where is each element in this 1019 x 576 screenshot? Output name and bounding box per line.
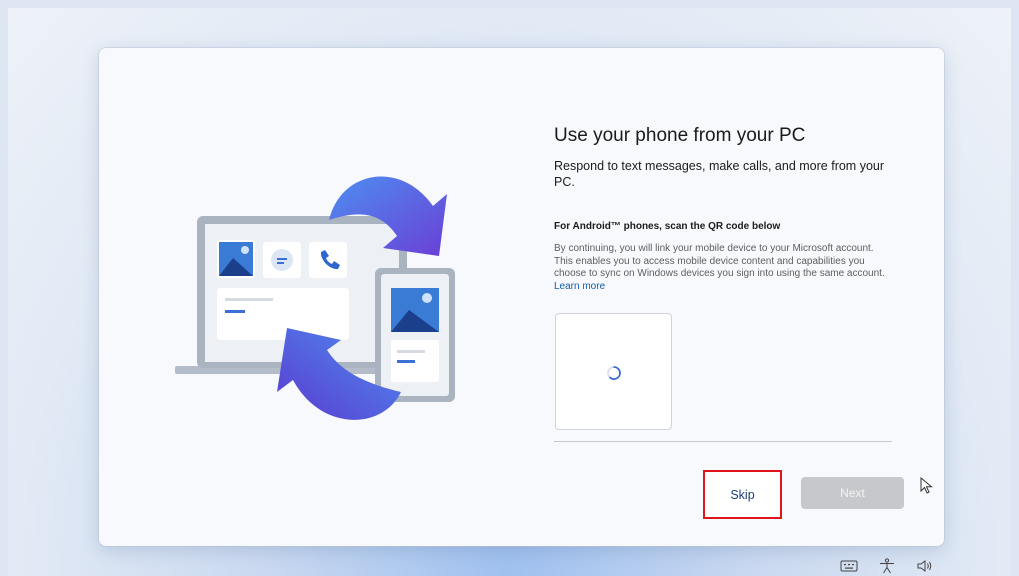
accessibility-icon[interactable] [878, 558, 896, 574]
disclaimer-text: By continuing, you will link your mobile… [554, 243, 894, 293]
keyboard-icon[interactable] [840, 559, 858, 573]
phone-link-illustration [175, 176, 455, 420]
next-button[interactable]: Next [801, 477, 904, 509]
divider [554, 441, 892, 442]
skip-button[interactable]: Skip [703, 470, 782, 519]
volume-icon[interactable] [916, 559, 934, 573]
learn-more-link[interactable]: Learn more [554, 281, 605, 292]
qr-code-box [555, 313, 672, 430]
disclaimer-body: By continuing, you will link your mobile… [554, 243, 885, 279]
loading-spinner-icon [607, 366, 621, 380]
android-heading: For Android™ phones, scan the QR code be… [554, 221, 781, 232]
page-title: Use your phone from your PC [554, 125, 806, 146]
system-tray [840, 557, 934, 575]
page-description: Respond to text messages, make calls, an… [554, 159, 885, 189]
setup-dialog: Use your phone from your PC Respond to t… [99, 48, 944, 546]
mouse-pointer-icon [920, 477, 933, 494]
